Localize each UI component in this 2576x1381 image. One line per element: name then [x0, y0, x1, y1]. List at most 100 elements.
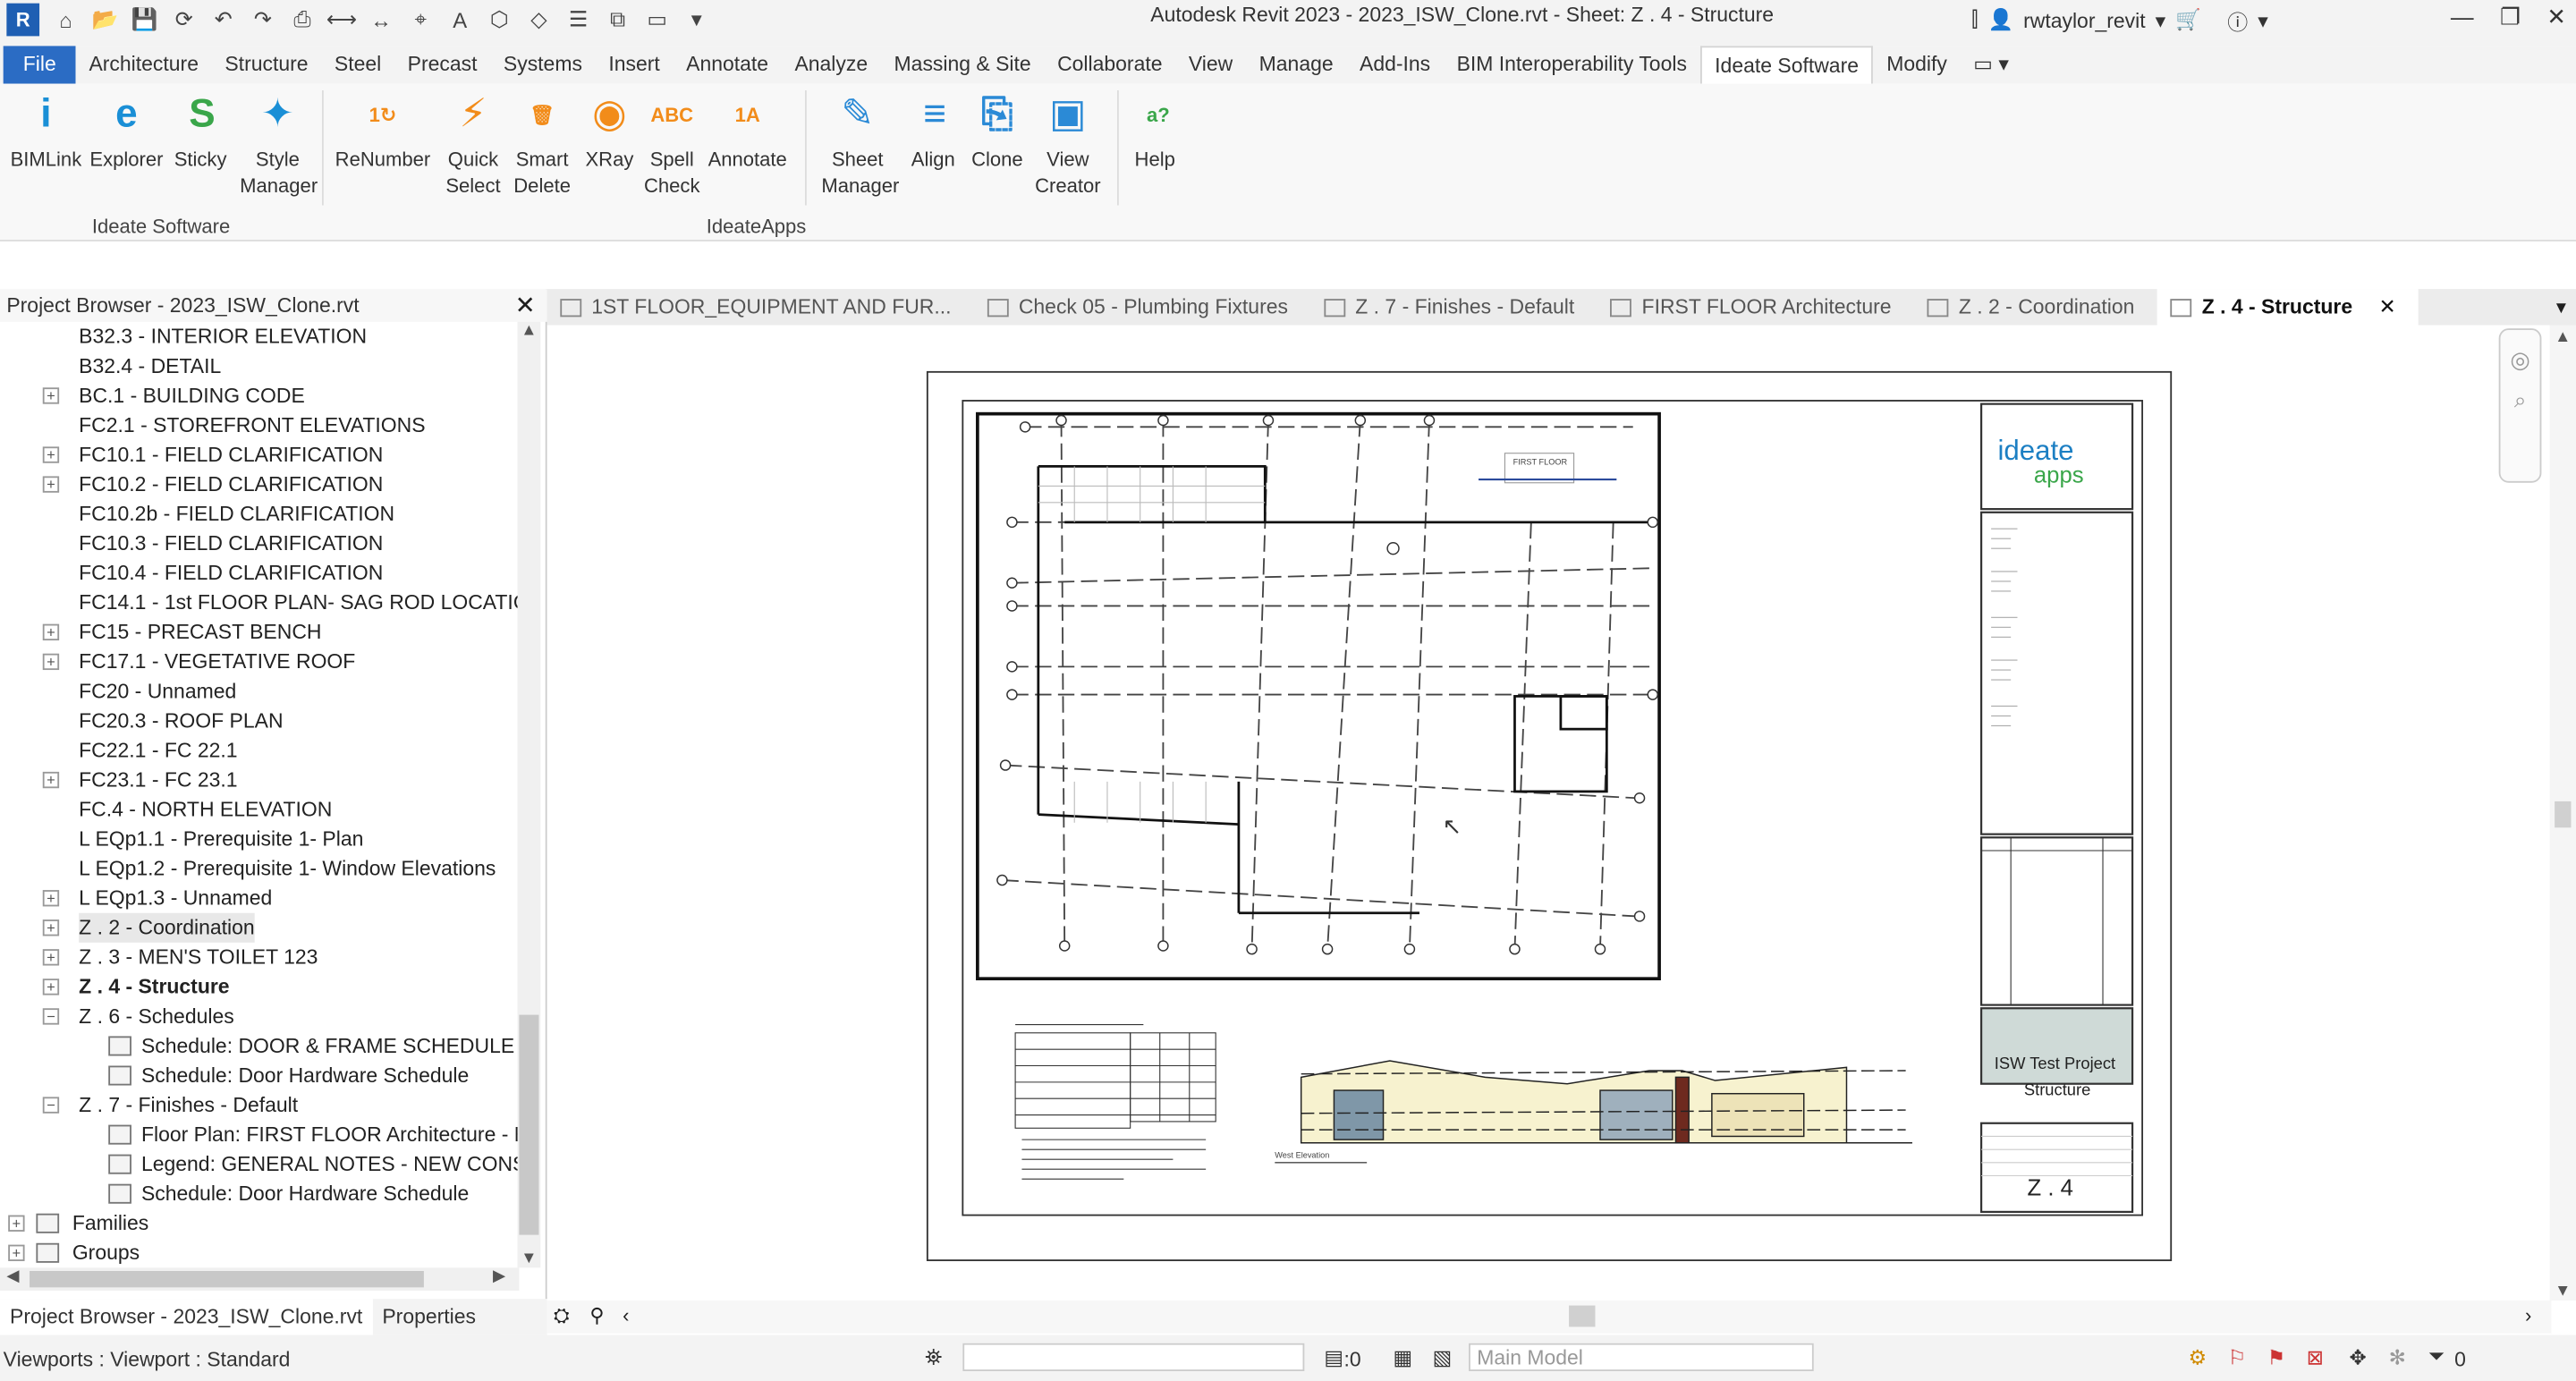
bimlink-button[interactable]: i BIMLink: [10, 87, 82, 172]
restore-icon[interactable]: ❐: [2500, 4, 2521, 31]
tab-manage[interactable]: Manage: [1246, 46, 1346, 83]
sheet-manager-button[interactable]: ✎ Sheet Manager: [821, 87, 899, 199]
design-option-icon[interactable]: ▧: [1433, 1345, 1453, 1369]
help-dropdown-icon[interactable]: ▾: [2258, 8, 2268, 33]
browser-item[interactable]: FC10.4 - FIELD CLARIFICATION: [79, 558, 383, 588]
browser-item[interactable]: FC10.2b - FIELD CLARIFICATION: [79, 499, 394, 529]
browser-item[interactable]: FC2.1 - STOREFRONT ELEVATIONS: [79, 411, 425, 440]
pin-icon[interactable]: ⚲: [589, 1304, 604, 1327]
renumber-button[interactable]: 1↻ ReNumber: [332, 87, 434, 172]
browser-item[interactable]: FC23.1 - FC 23.1: [79, 766, 237, 795]
browser-item[interactable]: L EQp1.2 - Prerequisite 1- Window Elevat…: [79, 854, 496, 884]
tab-bim-interoperability-tools[interactable]: BIM Interoperability Tools: [1444, 46, 1700, 83]
section-icon[interactable]: ◇: [519, 2, 558, 38]
view-tab[interactable]: 1ST FLOOR_EQUIPMENT AND FUR...: [547, 289, 975, 325]
collapse-icon[interactable]: −: [42, 1097, 60, 1114]
close-tab-icon[interactable]: ✕: [2378, 289, 2395, 325]
search-icon[interactable]: ⫿: [1971, 8, 1978, 33]
tab-massing-site[interactable]: Massing & Site: [881, 46, 1045, 83]
browser-item[interactable]: FC15 - PRECAST BENCH: [79, 617, 321, 647]
view-tab[interactable]: FIRST FLOOR Architecture: [1597, 289, 1914, 325]
tab-steel[interactable]: Steel: [321, 46, 394, 83]
save-icon[interactable]: 💾: [125, 2, 165, 38]
browser-item[interactable]: Z . 6 - Schedules: [79, 1002, 234, 1031]
tab-collaborate[interactable]: Collaborate: [1044, 46, 1175, 83]
xray-button[interactable]: ◉ XRay: [581, 87, 637, 172]
view-tab[interactable]: Check 05 - Plumbing Fixtures: [974, 289, 1310, 325]
minimize-icon[interactable]: —: [2451, 4, 2474, 31]
filter-icon[interactable]: ⏷: [2428, 1345, 2445, 1370]
browser-item[interactable]: FC10.1 - FIELD CLARIFICATION: [79, 440, 383, 470]
expand-icon[interactable]: +: [8, 1244, 25, 1261]
view-tab[interactable]: Z . 7 - Finishes - Default: [1311, 289, 1597, 325]
workset-dropdown[interactable]: [962, 1343, 1305, 1371]
quick-select-button[interactable]: ⚡ Quick Select: [444, 87, 503, 199]
close-browser-icon[interactable]: ✕: [515, 291, 536, 320]
user-icon[interactable]: 👤: [1987, 8, 2013, 33]
browser-item[interactable]: FC17.1 - VEGETATIVE ROOF: [79, 647, 355, 676]
tab-annotate[interactable]: Annotate: [673, 46, 781, 83]
redo-icon[interactable]: ↷: [243, 2, 283, 38]
align-button[interactable]: ≡ Align: [907, 87, 960, 172]
browser-item[interactable]: Floor Plan: FIRST FLOOR Architecture - E…: [141, 1120, 519, 1149]
sheet-drawing[interactable]: FIRST FLOOR West Elevation ideate apps I…: [927, 371, 2172, 1261]
view-control-icon[interactable]: ⛭: [554, 1304, 570, 1329]
browser-item[interactable]: Schedule: Door Hardware Schedule: [141, 1061, 469, 1090]
expand-icon[interactable]: +: [42, 476, 60, 493]
tab-structure[interactable]: Structure: [212, 46, 322, 83]
smart-delete-button[interactable]: 🗑 Smart Delete: [513, 87, 572, 199]
design-options-icon[interactable]: ▦: [1394, 1345, 1413, 1369]
browser-item[interactable]: L EQp1.1 - Prerequisite 1- Plan: [79, 825, 363, 854]
expand-icon[interactable]: +: [42, 890, 60, 907]
dimension-icon[interactable]: ↔: [361, 2, 401, 38]
tab-insert[interactable]: Insert: [596, 46, 674, 83]
select-pinned-icon[interactable]: ⚑: [2267, 1345, 2286, 1369]
cart-icon[interactable]: 🛒: [2175, 8, 2201, 33]
annotate-button[interactable]: 1A Annotate: [707, 87, 789, 172]
qat-dropdown-icon[interactable]: ▾: [677, 2, 716, 38]
browser-item[interactable]: FC20 - Unnamed: [79, 676, 236, 706]
browser-item[interactable]: Z . 3 - MEN'S TOILET 123: [79, 943, 318, 972]
tag-icon[interactable]: ⌖: [401, 2, 440, 38]
browser-item[interactable]: Z . 2 - Coordination: [79, 912, 255, 943]
browser-item[interactable]: FC10.3 - FIELD CLARIFICATION: [79, 529, 383, 558]
style-manager-button[interactable]: ✦ Style Manager: [240, 87, 318, 199]
tab-architecture[interactable]: Architecture: [76, 46, 212, 83]
close-window-icon[interactable]: ✕: [2546, 4, 2566, 31]
sync-icon[interactable]: ⟳: [165, 2, 204, 38]
expand-icon[interactable]: +: [42, 623, 60, 641]
canvas-vertical-scrollbar[interactable]: ▲ ▼: [2549, 325, 2576, 1301]
worksets-icon[interactable]: ⛯: [925, 1345, 942, 1371]
zoom-icon[interactable]: ⌕: [2501, 387, 2540, 413]
browser-item[interactable]: Schedule: Door Hardware Schedule: [141, 1179, 469, 1208]
select-underlay-icon[interactable]: ⚐: [2228, 1345, 2247, 1369]
expand-icon[interactable]: +: [42, 771, 60, 789]
clone-button[interactable]: ⎘ Clone: [970, 87, 1025, 172]
open-icon[interactable]: 📂: [86, 2, 125, 38]
select-face-icon[interactable]: ⊠: [2307, 1345, 2324, 1369]
browser-vertical-scrollbar[interactable]: ▲ ▼: [517, 321, 541, 1267]
browser-item[interactable]: B32.4 - DETAIL: [79, 352, 221, 381]
view-tab[interactable]: Z . 4 - Structure ✕: [2157, 289, 2419, 326]
browser-item[interactable]: BC.1 - BUILDING CODE: [79, 381, 305, 411]
tab-systems[interactable]: Systems: [490, 46, 595, 83]
home-icon[interactable]: ⌂: [46, 2, 85, 38]
expand-icon[interactable]: +: [42, 446, 60, 463]
close-hidden-icon[interactable]: ⧉: [598, 2, 638, 38]
expand-icon[interactable]: +: [42, 387, 60, 404]
tab-precast[interactable]: Precast: [394, 46, 490, 83]
browser-horizontal-scrollbar[interactable]: ◀ ▶: [0, 1267, 520, 1292]
tab-add-ins[interactable]: Add-Ins: [1346, 46, 1444, 83]
expand-icon[interactable]: +: [42, 979, 60, 996]
tab-view[interactable]: View: [1175, 46, 1246, 83]
canvas-horizontal-scrollbar[interactable]: ⛭ ⚲ ‹ ›: [547, 1301, 2552, 1334]
undo-icon[interactable]: ↶: [204, 2, 243, 38]
thin-lines-icon[interactable]: ☰: [558, 2, 597, 38]
user-dropdown-icon[interactable]: ▾: [2156, 8, 2166, 33]
browser-item[interactable]: Families: [72, 1208, 148, 1238]
browser-item[interactable]: FC20.3 - ROOF PLAN: [79, 706, 283, 735]
tab-properties[interactable]: Properties: [372, 1299, 486, 1334]
switch-windows-icon[interactable]: ▭: [638, 2, 677, 38]
drag-elements-icon[interactable]: ✥: [2350, 1345, 2367, 1369]
browser-item[interactable]: FC22.1 - FC 22.1: [79, 735, 237, 765]
